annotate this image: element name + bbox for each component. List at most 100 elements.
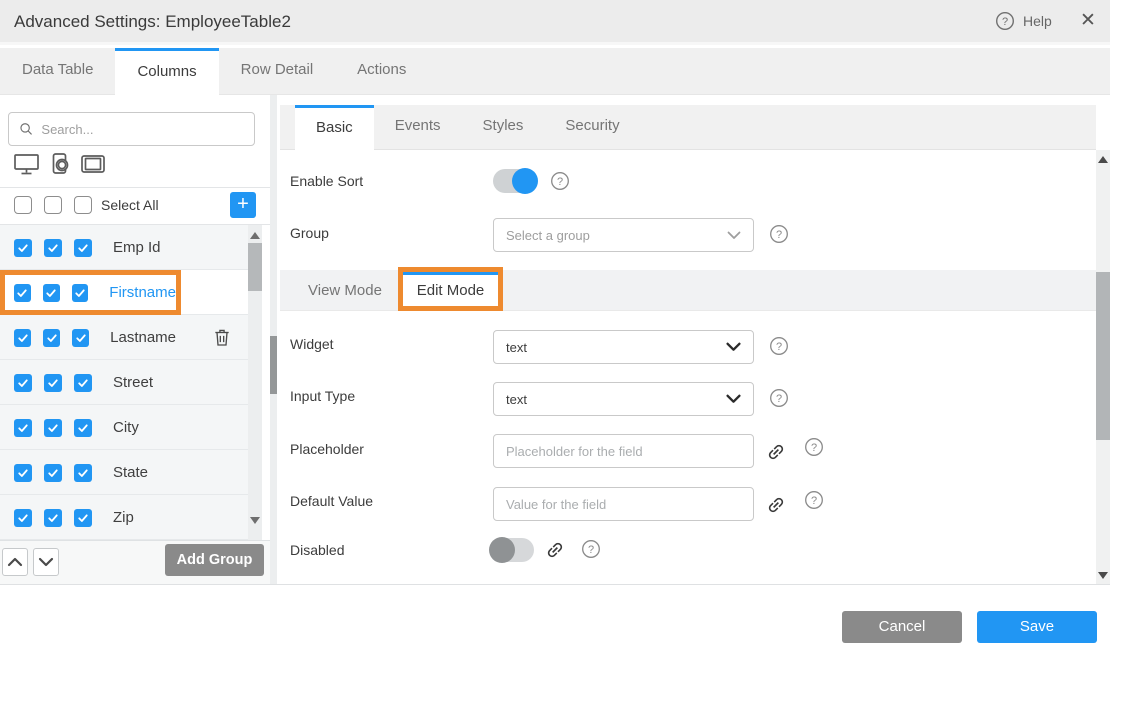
column-visibility-checkbox-mobile[interactable] bbox=[44, 374, 62, 392]
search-box[interactable] bbox=[8, 112, 255, 146]
tab-columns[interactable]: Columns bbox=[115, 48, 218, 95]
column-visibility-checkbox-desktop[interactable] bbox=[14, 329, 31, 347]
column-visibility-checkbox-tablet[interactable] bbox=[74, 509, 92, 527]
column-visibility-checkbox-desktop[interactable] bbox=[14, 509, 32, 527]
enable-sort-help-icon[interactable]: ? bbox=[550, 171, 570, 191]
column-list-row[interactable]: State bbox=[0, 450, 248, 495]
column-name-label: Street bbox=[113, 374, 153, 391]
select-all-row: Select All + bbox=[0, 188, 270, 224]
tab-events[interactable]: Events bbox=[374, 105, 462, 149]
checkmark-icon bbox=[75, 332, 87, 344]
scroll-down-arrow-icon[interactable] bbox=[250, 517, 260, 524]
column-list-row[interactable]: Street bbox=[0, 360, 248, 405]
widget-help-icon[interactable]: ? bbox=[769, 336, 789, 356]
column-visibility-checkbox-desktop[interactable] bbox=[14, 239, 32, 257]
column-list-row[interactable]: Lastname bbox=[0, 315, 248, 360]
widget-select[interactable]: text bbox=[493, 330, 754, 364]
scroll-down-arrow-icon[interactable] bbox=[1098, 572, 1108, 579]
tab-edit-mode[interactable]: Edit Mode bbox=[403, 272, 498, 306]
disabled-link-icon[interactable] bbox=[541, 536, 569, 564]
trash-icon[interactable] bbox=[212, 327, 232, 348]
disabled-help-icon[interactable]: ? bbox=[581, 539, 601, 559]
placeholder-label: Placeholder bbox=[290, 441, 364, 457]
column-visibility-checkbox-mobile[interactable] bbox=[44, 419, 62, 437]
columns-sidebar: Select All + Emp Id bbox=[0, 95, 270, 585]
column-visibility-checkbox-tablet[interactable] bbox=[74, 374, 92, 392]
tab-basic[interactable]: Basic bbox=[295, 105, 374, 150]
splitter-drag-handle[interactable] bbox=[270, 336, 277, 394]
scroll-up-arrow-icon[interactable] bbox=[250, 232, 260, 239]
tab-styles[interactable]: Styles bbox=[462, 105, 545, 149]
tab-actions[interactable]: Actions bbox=[335, 48, 428, 94]
column-list-row[interactable]: Zip bbox=[0, 495, 248, 540]
settings-scrollbar[interactable] bbox=[1096, 150, 1110, 585]
close-icon[interactable]: ✕ bbox=[1080, 9, 1096, 32]
save-button[interactable]: Save bbox=[977, 611, 1097, 643]
default-value-help-icon[interactable]: ? bbox=[804, 490, 824, 510]
move-column-up-button[interactable] bbox=[2, 548, 28, 576]
scroll-up-arrow-icon[interactable] bbox=[1098, 156, 1108, 163]
tab-row-detail[interactable]: Row Detail bbox=[219, 48, 336, 94]
column-visibility-checkbox-desktop[interactable] bbox=[14, 284, 31, 302]
help-button[interactable]: ? Help bbox=[995, 11, 1052, 31]
placeholder-link-icon[interactable] bbox=[762, 438, 790, 466]
scrollbar-thumb[interactable] bbox=[1096, 272, 1110, 440]
disabled-toggle[interactable] bbox=[490, 538, 534, 562]
column-visibility-checkbox-mobile[interactable] bbox=[43, 284, 60, 302]
group-select[interactable]: Select a group bbox=[493, 218, 754, 252]
add-column-button[interactable]: + bbox=[230, 192, 256, 218]
column-visibility-checkbox-desktop[interactable] bbox=[14, 374, 32, 392]
checkmark-icon bbox=[17, 242, 29, 254]
enable-sort-toggle[interactable] bbox=[493, 169, 537, 193]
default-value-input[interactable] bbox=[506, 497, 741, 512]
column-visibility-checkbox-tablet[interactable] bbox=[74, 419, 92, 437]
column-visibility-checkbox-desktop[interactable] bbox=[14, 419, 32, 437]
enable-sort-label: Enable Sort bbox=[290, 173, 363, 189]
placeholder-help-icon[interactable]: ? bbox=[804, 437, 824, 457]
checkmark-icon bbox=[46, 332, 58, 344]
select-all-checkbox-mobile[interactable] bbox=[44, 196, 62, 214]
select-all-label: Select All bbox=[101, 197, 159, 213]
column-visibility-checkbox-tablet[interactable] bbox=[72, 284, 89, 302]
column-visibility-checkbox-mobile[interactable] bbox=[44, 509, 62, 527]
column-visibility-checkbox-tablet[interactable] bbox=[72, 329, 89, 347]
column-visibility-checkbox-mobile[interactable] bbox=[44, 239, 62, 257]
column-visibility-checkbox-mobile[interactable] bbox=[43, 329, 60, 347]
chevron-down-icon bbox=[38, 557, 54, 567]
move-column-down-button[interactable] bbox=[33, 548, 59, 576]
column-list-row[interactable]: Emp Id bbox=[0, 225, 248, 270]
column-row-highlight: Zip bbox=[0, 495, 181, 540]
tab-security[interactable]: Security bbox=[544, 105, 640, 149]
column-list-row[interactable]: Firstname bbox=[0, 270, 248, 315]
group-help-icon[interactable]: ? bbox=[769, 224, 789, 244]
desktop-icon[interactable] bbox=[13, 152, 40, 176]
cancel-button[interactable]: Cancel bbox=[842, 611, 962, 643]
select-all-checkbox-tablet[interactable] bbox=[74, 196, 92, 214]
select-all-checkbox-desktop[interactable] bbox=[14, 196, 32, 214]
mobile-icon[interactable] bbox=[49, 152, 71, 176]
column-visibility-checkbox-mobile[interactable] bbox=[44, 464, 62, 482]
column-visibility-checkbox-tablet[interactable] bbox=[74, 239, 92, 257]
column-name-label: State bbox=[113, 464, 148, 481]
column-name-label: Firstname bbox=[109, 284, 176, 301]
default-value-link-icon[interactable] bbox=[762, 491, 790, 519]
placeholder-input[interactable] bbox=[506, 444, 741, 459]
checkmark-icon bbox=[47, 512, 59, 524]
tab-view-mode[interactable]: View Mode bbox=[308, 270, 382, 311]
column-name-label: Zip bbox=[113, 509, 134, 526]
column-list-scrollbar[interactable] bbox=[248, 225, 262, 540]
input-type-help-icon[interactable]: ? bbox=[769, 388, 789, 408]
column-list-row[interactable]: City bbox=[0, 405, 248, 450]
tablet-icon[interactable] bbox=[80, 153, 106, 175]
scrollbar-thumb[interactable] bbox=[248, 243, 262, 291]
svg-text:?: ? bbox=[1002, 16, 1008, 28]
column-settings-panel: Basic Events Styles Security Enable Sort… bbox=[280, 95, 1096, 585]
tab-data-table[interactable]: Data Table bbox=[0, 48, 115, 94]
input-type-select[interactable]: text bbox=[493, 382, 754, 416]
column-visibility-checkbox-tablet[interactable] bbox=[74, 464, 92, 482]
column-visibility-checkbox-desktop[interactable] bbox=[14, 464, 32, 482]
search-input[interactable] bbox=[41, 122, 244, 137]
dialog-title: Advanced Settings: EmployeeTable2 bbox=[14, 12, 291, 32]
add-group-button[interactable]: Add Group bbox=[165, 544, 264, 576]
svg-text:?: ? bbox=[776, 393, 782, 405]
